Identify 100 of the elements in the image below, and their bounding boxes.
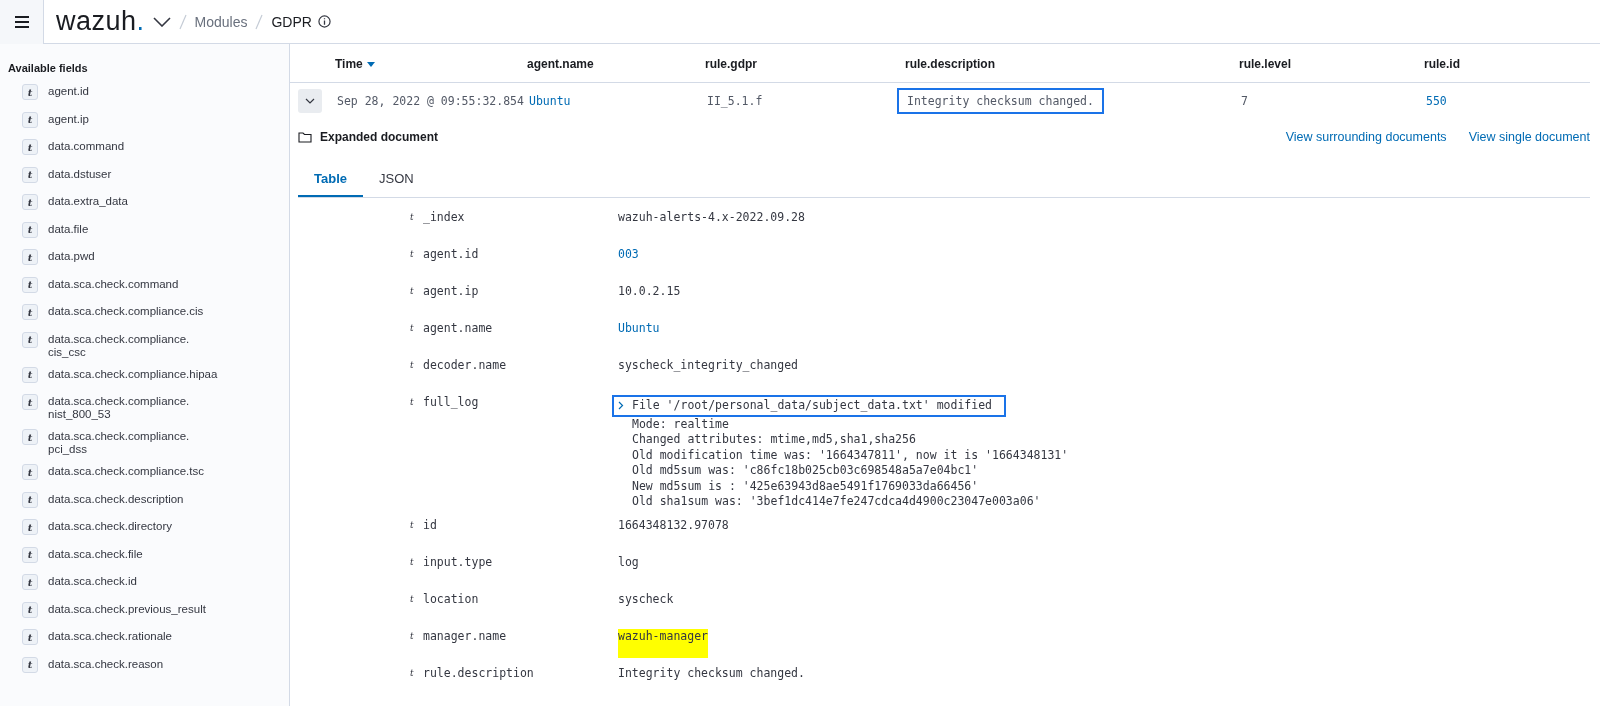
field-value: 1664348132.97078 (618, 517, 729, 534)
field-value: 10.0.2.15 (618, 284, 681, 300)
field-type-icon: t (22, 166, 38, 183)
field-type-icon: t (22, 304, 38, 320)
logo[interactable]: wazuh. (56, 6, 145, 37)
field-type-icon: t (410, 323, 423, 350)
field-name: id (423, 517, 437, 534)
field-name[interactable]: data.sca.check.compliance.cis (48, 305, 204, 318)
column-header[interactable]: agent.name (527, 46, 705, 83)
table-cell-text: II_5.1.f (706, 93, 764, 110)
chevron-down-icon (305, 98, 315, 104)
link[interactable]: View single document (1468, 130, 1590, 144)
expanded-document-title: Expanded document (320, 130, 439, 144)
field-name[interactable]: data.file (48, 222, 89, 236)
field-name: agent.id (423, 247, 479, 263)
field-name[interactable]: data.pwd (48, 250, 95, 263)
link[interactable]: View surrounding documents (1285, 130, 1447, 144)
field-name: decoder.name (423, 358, 507, 374)
field-type-icon: t (22, 519, 38, 535)
field-type-icon: t (22, 464, 38, 480)
field-type-icon: t (410, 212, 423, 239)
field-name: manager.name (423, 628, 507, 645)
field-name: location (423, 591, 479, 608)
log-line: Old modification time was: '1664347811', now it is '1664348131' (632, 447, 1070, 463)
field-type-icon: t (22, 629, 38, 645)
field-name[interactable]: data.sca.check.compliance.hipaa (48, 367, 218, 381)
field-type-icon: t (410, 249, 423, 276)
column-header[interactable]: rule.level (1239, 46, 1424, 83)
field-name: full_log (423, 395, 479, 411)
field-name: _index (423, 210, 465, 226)
field-name: input.type (423, 554, 493, 571)
field-type-icon: t (410, 667, 423, 695)
link[interactable]: Ubuntu (618, 321, 660, 350)
field-name[interactable]: data.sca.check.compliance.tsc (48, 465, 204, 478)
breadcrumb: GDPR (271, 13, 312, 30)
field-type-icon: t (410, 519, 423, 547)
log-line: Changed attributes: mtime,md5,sha1,sha256 (632, 432, 917, 448)
column-header[interactable]: Time (335, 46, 527, 83)
info-icon[interactable] (317, 15, 331, 28)
field-type-icon: t (22, 656, 38, 673)
field-name: rule.description (423, 665, 534, 682)
field-value: log (618, 554, 639, 571)
field-type-icon: t (22, 574, 38, 590)
chevron-down-icon[interactable] (152, 16, 171, 27)
field-name[interactable]: agent.ip (48, 112, 89, 126)
field-type-icon: t (22, 429, 38, 445)
field-type-icon: t (22, 331, 38, 348)
link[interactable]: 003 (618, 247, 639, 276)
field-name[interactable]: data.sca.check.compliance. nist_800_53 (48, 395, 190, 421)
field-type-icon: t (22, 546, 38, 563)
table-cell: Integrity checksum changed. (897, 88, 1104, 114)
column-header[interactable]: rule.gdpr (705, 46, 905, 83)
tab[interactable]: JSON (363, 161, 430, 197)
field-name[interactable]: data.sca.check.rationale (48, 630, 173, 643)
field-type-icon: t (410, 556, 423, 584)
expand-toggle[interactable] (298, 89, 322, 113)
field-name[interactable]: data.sca.check.previous_result (48, 602, 206, 616)
breadcrumb[interactable]: Modules (194, 13, 248, 30)
tab[interactable]: Table (298, 161, 363, 197)
field-value: syscheck (618, 591, 674, 608)
field-name[interactable]: data.sca.check.compliance. pci_dss (48, 430, 190, 456)
field-type-icon: t (22, 139, 38, 155)
field-value: Integrity checksum changed. (618, 665, 805, 682)
field-name[interactable]: data.sca.check.command (48, 277, 179, 291)
log-line: Old sha1sum was: '3bef1dc414e7fe247cdca4d4900c23047e003a06' (632, 494, 1042, 510)
sort-down-icon[interactable] (366, 61, 375, 67)
field-name[interactable]: data.sca.check.reason (48, 657, 164, 671)
field-type-icon: t (22, 84, 38, 100)
field-name[interactable]: data.sca.check.compliance. cis_csc (48, 332, 190, 359)
field-type-icon: t (22, 601, 38, 618)
field-name[interactable]: data.sca.check.description (48, 492, 184, 506)
field-name[interactable]: data.command (48, 140, 125, 153)
field-type-icon: t (410, 360, 423, 387)
field-name[interactable]: data.sca.check.id (48, 575, 137, 588)
field-type-icon: t (410, 397, 423, 510)
field-type-icon: t (22, 221, 38, 238)
field-name[interactable]: data.sca.check.file (48, 547, 143, 561)
table-cell-text: 7 (1240, 93, 1249, 110)
folder-icon (298, 131, 312, 143)
field-name[interactable]: data.extra_data (48, 195, 128, 208)
field-type-icon: t (22, 249, 38, 265)
field-name[interactable]: data.dstuser (48, 167, 112, 181)
field-value: syscheck_integrity_changed (618, 358, 798, 374)
section-title: Available fields (8, 62, 89, 74)
field-type-icon: t (22, 394, 38, 410)
field-type-icon: t (410, 593, 423, 621)
column-header[interactable]: rule.description (905, 46, 1239, 83)
log-line: Mode: realtime (632, 416, 730, 432)
field-name[interactable]: agent.id (48, 85, 89, 98)
field-name[interactable]: data.sca.check.directory (48, 520, 172, 533)
link[interactable]: 550 (1416, 88, 1457, 114)
field-type-icon: t (410, 286, 423, 313)
field-type-icon: t (22, 276, 38, 293)
field-type-icon: t (22, 491, 38, 508)
log-line: New md5sum is : '425e63943d8ae5491f1769033da66456' (632, 478, 980, 494)
field-type-icon: t (410, 630, 423, 658)
field-type-icon: t (22, 366, 38, 383)
field-name: agent.name (423, 321, 493, 337)
menu-button[interactable] (0, 0, 44, 44)
column-header[interactable]: rule.id (1424, 46, 1590, 83)
